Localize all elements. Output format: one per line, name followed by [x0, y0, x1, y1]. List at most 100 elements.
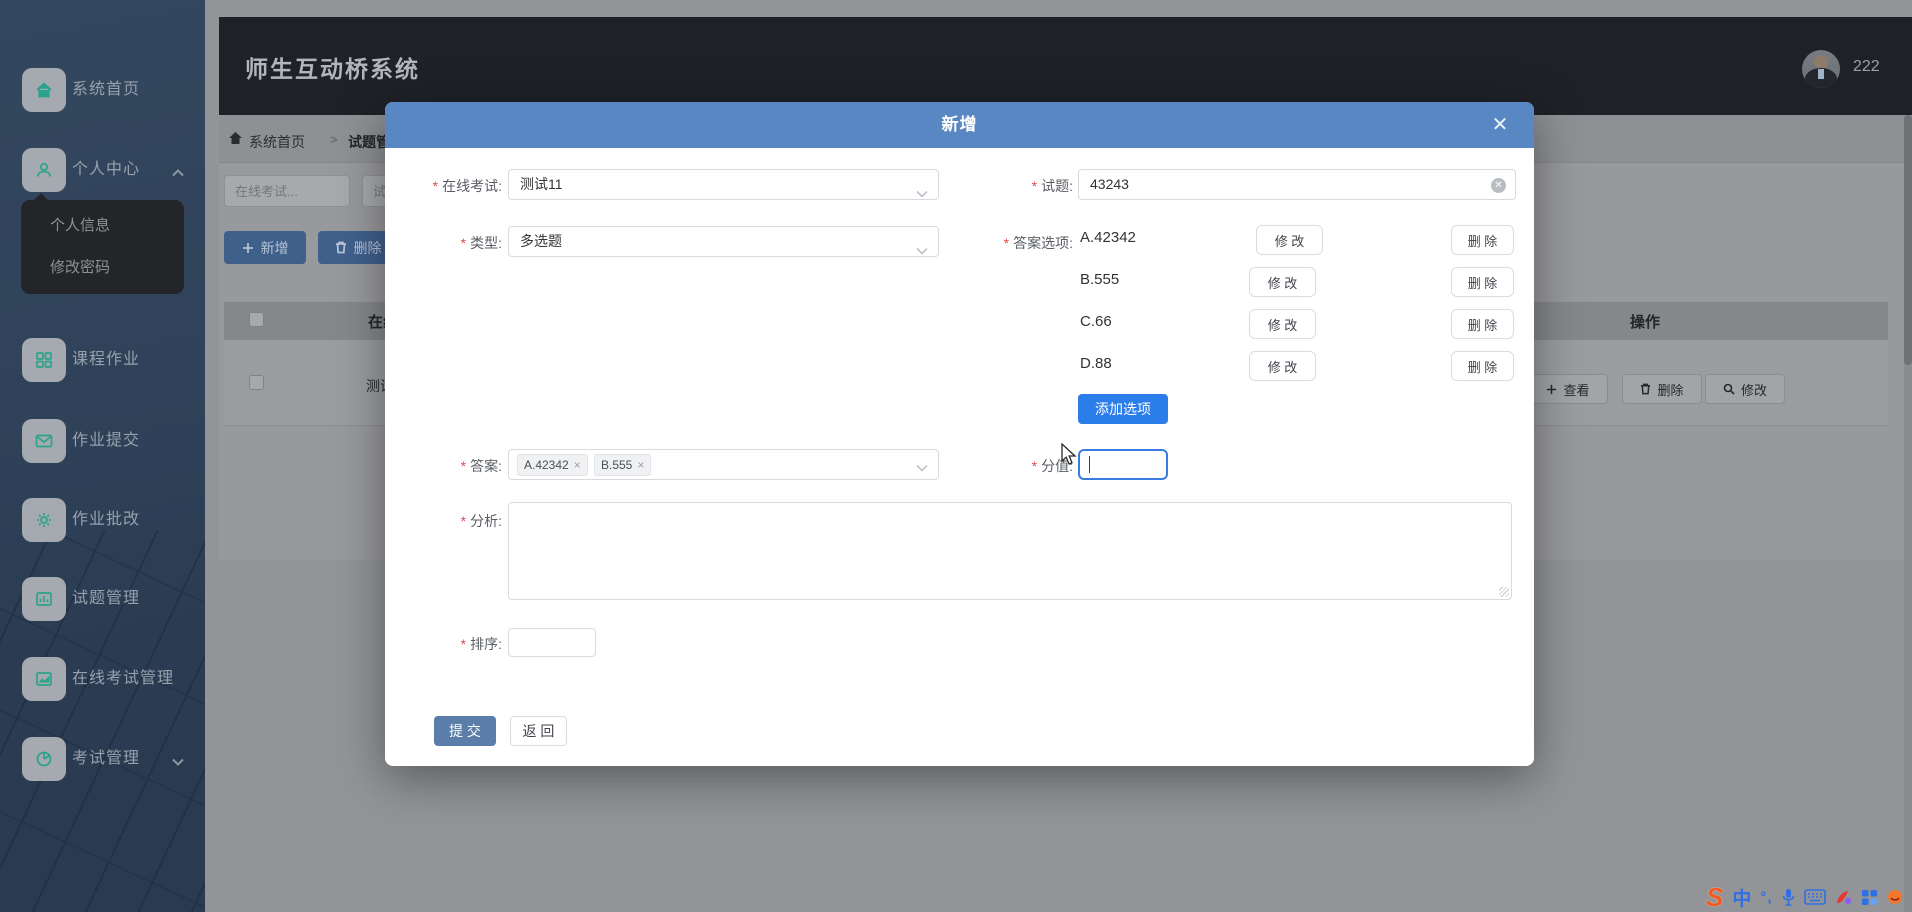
text-caret: [1089, 456, 1090, 473]
mail-icon: [22, 419, 66, 463]
order-input[interactable]: [508, 628, 596, 657]
online-exam-select[interactable]: 测试11: [508, 169, 939, 200]
tag-remove-icon[interactable]: ×: [574, 458, 581, 472]
option-edit-button[interactable]: 修 改: [1249, 351, 1316, 381]
sidebar-item-label: 课程作业: [72, 351, 141, 368]
row-view-button[interactable]: 查看: [1528, 374, 1608, 404]
home-icon: [22, 68, 66, 112]
add-button[interactable]: 新增: [224, 231, 306, 264]
question-label: * 试题:: [1031, 178, 1073, 194]
option-edit-button[interactable]: 修 改: [1256, 225, 1323, 255]
trash-icon: [1641, 383, 1651, 395]
order-label: * 排序:: [460, 636, 502, 652]
option-delete-button[interactable]: 删 除: [1451, 267, 1514, 297]
column-actions: 操作: [1630, 314, 1661, 331]
bar-chart-icon: [22, 577, 66, 621]
analysis-label: * 分析:: [460, 513, 502, 529]
type-label: * 类型:: [460, 235, 502, 251]
option-delete-button[interactable]: 删 除: [1451, 309, 1514, 339]
clear-icon[interactable]: ✕: [1491, 178, 1506, 193]
scrollbar[interactable]: [1904, 115, 1912, 912]
option-text: A.42342: [1080, 229, 1136, 246]
sidebar-item-exam-management[interactable]: 考试管理: [0, 737, 205, 781]
submenu-item-profile[interactable]: 个人信息: [50, 206, 170, 246]
option-edit-button[interactable]: 修 改: [1249, 309, 1316, 339]
input-method-tray: S 中 °,: [1706, 882, 1912, 912]
submit-button[interactable]: 提 交: [434, 716, 496, 746]
personal-center-submenu: 个人信息 修改密码: [21, 193, 184, 294]
add-option-button[interactable]: 添加选项: [1078, 394, 1168, 424]
chinese-mode-icon[interactable]: 中: [1732, 884, 1751, 911]
gear-icon: [22, 498, 66, 542]
score-input[interactable]: [1078, 449, 1168, 480]
resize-grip[interactable]: [1499, 587, 1509, 597]
online-exam-search-input[interactable]: [224, 175, 350, 207]
sidebar-item-label: 考试管理: [72, 750, 141, 767]
sidebar-item-home[interactable]: 系统首页: [0, 68, 205, 112]
brush-skin-icon[interactable]: [1835, 889, 1852, 906]
sidebar-item-label: 试题管理: [72, 590, 141, 607]
option-edit-button[interactable]: 修 改: [1249, 267, 1316, 297]
row-edit-button[interactable]: 修改: [1705, 374, 1785, 404]
punctuation-icon[interactable]: °,: [1760, 889, 1772, 906]
select-all-checkbox[interactable]: [249, 312, 264, 327]
sidebar-item-online-exam-management[interactable]: 在线考试管理: [0, 657, 205, 701]
chevron-down-icon: [916, 236, 928, 265]
sidebar-item-homework-submit[interactable]: 作业提交: [0, 419, 205, 463]
trash-icon: [335, 241, 346, 254]
avatar[interactable]: [1802, 50, 1840, 88]
sidebar-item-course-homework[interactable]: 课程作业: [0, 338, 205, 382]
sidebar: 系统首页 个人中心 个人信息 修改密码 课程作业 作业提交 作业批改 试题管理 …: [0, 0, 205, 912]
keyboard-icon[interactable]: [1803, 889, 1826, 905]
question-input[interactable]: 43243 ✕: [1078, 169, 1516, 200]
chevron-down-icon: [916, 179, 928, 208]
top-header: [219, 17, 1912, 115]
toolbox-grid-icon[interactable]: [1861, 889, 1878, 906]
row-checkbox[interactable]: [249, 375, 264, 390]
option-text: B.555: [1080, 271, 1120, 288]
microphone-icon[interactable]: [1782, 888, 1795, 907]
tag-remove-icon[interactable]: ×: [637, 458, 644, 472]
answer-tag: B.555 ×: [594, 454, 652, 476]
answer-label: * 答案:: [460, 458, 502, 474]
breadcrumb-home[interactable]: 系统首页: [249, 132, 305, 152]
sidebar-item-homework-review[interactable]: 作业批改: [0, 498, 205, 542]
sidebar-item-label: 系统首页: [72, 81, 141, 98]
chevron-up-icon: [172, 164, 184, 182]
sidebar-item-personal-center[interactable]: 个人中心: [0, 148, 205, 192]
user-badge: 222: [1853, 58, 1880, 75]
answer-options-label: * 答案选项:: [1003, 235, 1073, 251]
analysis-textarea[interactable]: [508, 502, 1512, 600]
sidebar-item-label: 个人中心: [72, 161, 141, 178]
user-icon: [22, 148, 66, 192]
back-button[interactable]: 返 回: [510, 716, 567, 746]
app-title: 师生互动桥系统: [245, 56, 420, 82]
submenu-item-change-password[interactable]: 修改密码: [50, 248, 170, 288]
option-delete-button[interactable]: 删 除: [1451, 351, 1514, 381]
plus-icon: [1547, 384, 1557, 394]
close-icon[interactable]: ✕: [1488, 113, 1512, 137]
score-label: * 分值:: [1031, 458, 1073, 474]
option-delete-button[interactable]: 删 除: [1451, 225, 1514, 255]
sidebar-item-question-management[interactable]: 试题管理: [0, 577, 205, 621]
chevron-down-icon: [172, 753, 184, 771]
pie-chart-icon: [22, 737, 66, 781]
breadcrumb-home-icon: [228, 131, 243, 150]
chevron-down-icon: [916, 459, 928, 477]
more-partial-icon[interactable]: [1887, 889, 1903, 905]
online-exam-label: * 在线考试:: [432, 178, 502, 194]
plus-icon: [242, 242, 253, 253]
sidebar-item-label: 作业提交: [72, 432, 141, 449]
type-select[interactable]: 多选题: [508, 226, 939, 257]
grid-icon: [22, 338, 66, 382]
breadcrumb-separator: >: [330, 132, 338, 147]
sidebar-item-label: 作业批改: [72, 511, 141, 528]
answer-tag: A.42342 ×: [517, 454, 588, 476]
scrollbar-thumb[interactable]: [1904, 115, 1912, 365]
option-text: D.88: [1080, 355, 1112, 372]
modal-title: 新增: [941, 115, 978, 134]
row-delete-button[interactable]: 删除: [1622, 374, 1702, 404]
answer-multiselect[interactable]: A.42342 × B.555 ×: [508, 449, 939, 480]
sogou-logo-icon[interactable]: S: [1706, 883, 1723, 911]
sidebar-item-label: 在线考试管理: [72, 670, 175, 687]
